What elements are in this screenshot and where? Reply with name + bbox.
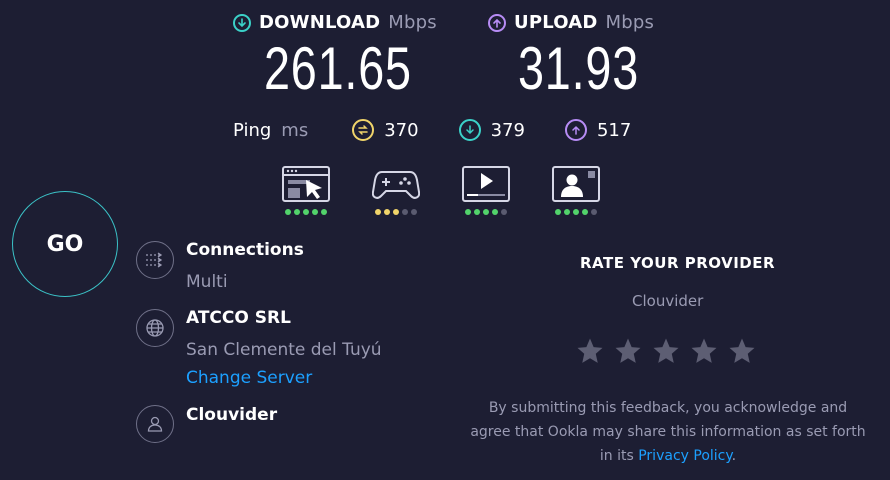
user-icon [136,405,174,443]
arrow-up-circle-icon [488,13,506,32]
ping-label: Ping [233,119,272,141]
rating-dot [303,209,309,215]
rate-title: RATE YOUR PROVIDER [580,254,776,272]
quality-gaming[interactable] [372,165,420,215]
download-label: DOWNLOAD [259,12,381,33]
quality-video-streaming-rating [465,209,507,215]
rating-dot [555,209,561,215]
download-ping-icon [458,119,481,141]
upload-label: UPLOAD [514,12,598,33]
rating-dot [465,209,471,215]
quality-web-browsing-rating [285,209,327,215]
privacy-policy-link[interactable]: Privacy Policy [638,448,731,464]
rate-provider-name: Clouvider [632,292,704,310]
quality-video-chat[interactable] [552,165,600,215]
disclaimer-end: . [731,448,737,464]
browser-cursor-icon [282,166,330,202]
rating-dot [285,209,291,215]
quality-gaming-rating [375,209,417,215]
rating-dot [411,209,417,215]
arrow-down-circle-icon [233,13,251,32]
rating-dot [384,209,390,215]
ping-upload-value: 517 [596,119,632,141]
change-server-link[interactable]: Change Server [186,368,312,388]
star-3-icon[interactable] [651,336,681,366]
ping-upload: 517 [564,119,632,141]
server-title: ATCCO SRL [186,308,291,328]
upload-metric: UPLOAD Mbps [488,12,654,33]
idle-ping-icon [352,119,375,141]
server-location: San Clemente del Tuyú [186,340,382,360]
star-4-icon[interactable] [689,336,719,366]
go-button[interactable]: GO [12,191,118,297]
rating-dot [294,209,300,215]
rating-dot [393,209,399,215]
download-unit: Mbps [388,12,437,33]
ping-unit: ms [281,119,309,141]
rating-dot [501,209,507,215]
connections-value: Multi [186,272,228,292]
rating-dot [573,209,579,215]
rating-dot [312,209,318,215]
rating-dot [591,209,597,215]
star-5-icon[interactable] [727,336,757,366]
ping-download-value: 379 [490,119,525,141]
quality-web-browsing[interactable] [282,165,330,215]
ping-row: Ping ms 370 379 517 [233,119,671,141]
star-1-icon[interactable] [575,336,605,366]
rating-dot [375,209,381,215]
rating-dot [474,209,480,215]
video-chat-icon [552,166,600,202]
feedback-disclaimer: By submitting this feedback, you acknowl… [468,396,868,468]
quality-video-streaming[interactable] [462,165,510,215]
rating-dot [492,209,498,215]
globe-icon [136,309,174,347]
connections-title: Connections [186,240,304,260]
quality-video-chat-rating [555,209,597,215]
rating-dot [483,209,489,215]
download-value: 261.65 [264,35,412,102]
rating-dot [582,209,588,215]
download-metric: DOWNLOAD Mbps [233,12,437,33]
provider-title: Clouvider [186,405,278,425]
gamepad-icon [372,171,420,199]
rating-stars [575,336,757,366]
upload-value: 31.93 [518,35,640,102]
star-2-icon[interactable] [613,336,643,366]
connections-icon [136,241,174,279]
rating-dot [564,209,570,215]
upload-ping-icon [564,119,587,141]
rating-dot [402,209,408,215]
video-play-icon [462,166,510,202]
ping-idle: 370 [352,119,419,141]
upload-unit: Mbps [605,12,655,33]
ping-download: 379 [458,119,525,141]
rating-dot [321,209,327,215]
ping-idle-value: 370 [384,119,419,141]
